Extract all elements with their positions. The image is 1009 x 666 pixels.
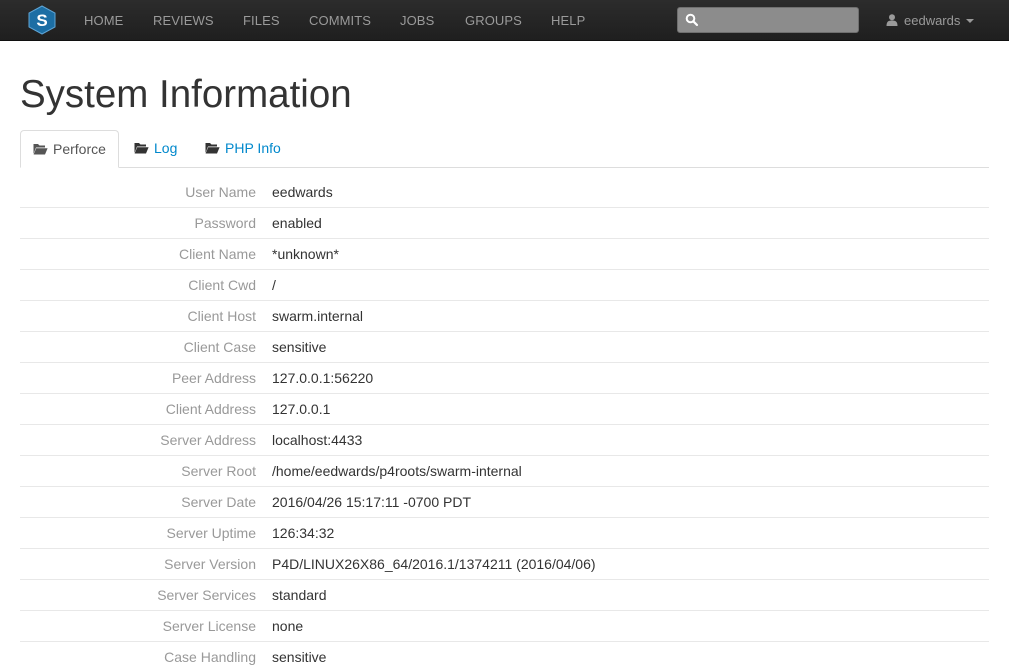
nav-jobs[interactable]: JOBS bbox=[400, 0, 434, 41]
info-value: none bbox=[272, 618, 304, 634]
info-row-password: Password enabled bbox=[20, 208, 989, 239]
info-label: Server Uptime bbox=[166, 525, 256, 541]
nav-groups[interactable]: GROUPS bbox=[465, 0, 522, 41]
info-label: Server Services bbox=[157, 587, 256, 603]
info-row-server-uptime: Server Uptime 126:34:32 bbox=[20, 518, 989, 549]
info-value: /home/eedwards/p4roots/swarm-internal bbox=[272, 463, 522, 479]
nav-reviews[interactable]: REVIEWS bbox=[153, 0, 214, 41]
info-row-client-case: Client Case sensitive bbox=[20, 332, 989, 363]
info-value: 127.0.0.1:56220 bbox=[272, 370, 374, 386]
info-label: Server Version bbox=[164, 556, 256, 572]
info-value: localhost:4433 bbox=[272, 432, 363, 448]
caret-down-icon[interactable] bbox=[966, 19, 974, 23]
info-label: Server Root bbox=[181, 463, 256, 479]
swarm-logo-icon[interactable]: S bbox=[28, 5, 56, 35]
user-icon bbox=[886, 14, 898, 26]
tab-perforce[interactable]: Perforce bbox=[20, 130, 119, 168]
info-row-server-services: Server Services standard bbox=[20, 580, 989, 611]
info-value: sensitive bbox=[272, 339, 327, 355]
info-value: *unknown* bbox=[272, 246, 339, 262]
info-value: 126:34:32 bbox=[272, 525, 335, 541]
nav-commits[interactable]: COMMITS bbox=[309, 0, 371, 41]
folder-open-icon bbox=[205, 143, 220, 154]
nav-home[interactable]: HOME bbox=[84, 0, 123, 41]
info-row-user-name: User Name eedwards bbox=[20, 177, 989, 208]
info-value: / bbox=[272, 277, 276, 293]
tab-log-label: Log bbox=[154, 140, 178, 156]
info-row-server-license: Server License none bbox=[20, 611, 989, 642]
info-label: Password bbox=[194, 215, 256, 231]
info-row-client-cwd: Client Cwd / bbox=[20, 270, 989, 301]
info-row-client-host: Client Host swarm.internal bbox=[20, 301, 989, 332]
tab-perforce-label: Perforce bbox=[53, 141, 106, 157]
search-input[interactable] bbox=[704, 10, 854, 30]
info-label: Client Address bbox=[165, 401, 256, 417]
info-label: Server Date bbox=[181, 494, 256, 510]
user-name[interactable]: eedwards bbox=[904, 0, 960, 41]
info-row-server-version: Server Version P4D/LINUX26X86_64/2016.1/… bbox=[20, 549, 989, 580]
tab-php-info-label: PHP Info bbox=[225, 140, 281, 156]
info-row-server-date: Server Date 2016/04/26 15:17:11 -0700 PD… bbox=[20, 487, 989, 518]
info-row-peer-address: Peer Address 127.0.0.1:56220 bbox=[20, 363, 989, 394]
info-value: standard bbox=[272, 587, 327, 603]
info-row-client-name: Client Name *unknown* bbox=[20, 239, 989, 270]
info-label: Server Address bbox=[160, 432, 256, 448]
system-info-table: User Name eedwards Password enabled Clie… bbox=[20, 177, 989, 666]
info-value: P4D/LINUX26X86_64/2016.1/1374211 (2016/0… bbox=[272, 556, 596, 572]
info-value: sensitive bbox=[272, 649, 327, 665]
info-row-server-address: Server Address localhost:4433 bbox=[20, 425, 989, 456]
info-value: 2016/04/26 15:17:11 -0700 PDT bbox=[272, 494, 472, 510]
folder-open-icon bbox=[134, 143, 149, 154]
info-label: Case Handling bbox=[164, 649, 256, 665]
info-label: Server License bbox=[162, 618, 256, 634]
info-label: Client Case bbox=[183, 339, 256, 355]
info-row-client-address: Client Address 127.0.0.1 bbox=[20, 394, 989, 425]
info-value: enabled bbox=[272, 215, 322, 231]
tab-log[interactable]: Log bbox=[122, 130, 189, 168]
top-navbar: S HOME REVIEWS FILES COMMITS JOBS GROUPS… bbox=[0, 0, 1009, 41]
info-label: Client Cwd bbox=[188, 277, 256, 293]
page-title: System Information bbox=[20, 73, 352, 116]
info-label: Peer Address bbox=[171, 370, 256, 386]
search-box[interactable] bbox=[677, 7, 859, 33]
nav-files[interactable]: FILES bbox=[243, 0, 280, 41]
info-value: 127.0.0.1 bbox=[272, 401, 331, 417]
info-row-server-root: Server Root /home/eedwards/p4roots/swarm… bbox=[20, 456, 989, 487]
nav-help[interactable]: HELP bbox=[551, 0, 585, 41]
folder-open-icon bbox=[33, 144, 48, 155]
info-label: Client Name bbox=[178, 246, 256, 262]
info-label: Client Host bbox=[187, 308, 256, 324]
info-value: eedwards bbox=[272, 184, 333, 200]
search-icon bbox=[685, 13, 699, 27]
info-value: swarm.internal bbox=[272, 308, 364, 324]
tab-php-info[interactable]: PHP Info bbox=[193, 130, 293, 168]
info-row-case-handling: Case Handling sensitive bbox=[20, 642, 989, 666]
info-label: User Name bbox=[185, 184, 256, 200]
logo-letter: S bbox=[36, 11, 47, 30]
